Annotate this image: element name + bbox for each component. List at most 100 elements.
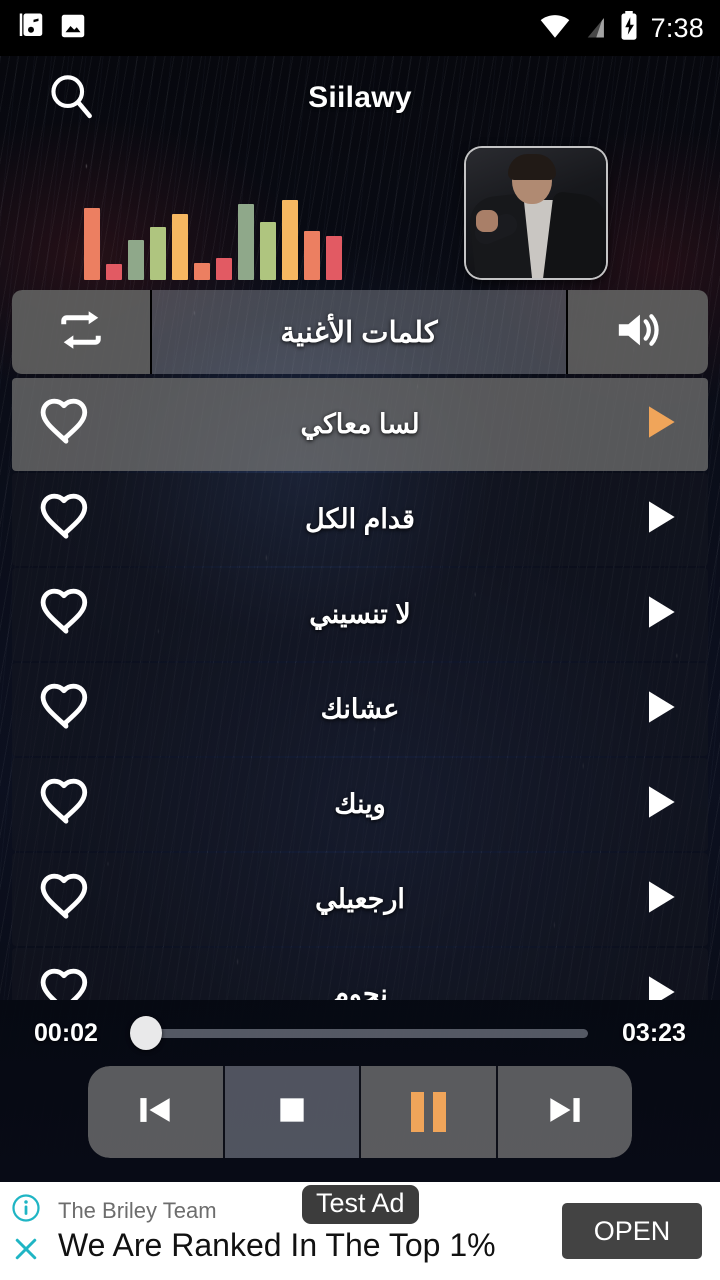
favorite-button[interactable] xyxy=(38,397,108,452)
play-icon xyxy=(638,780,682,829)
heart-icon xyxy=(38,492,94,547)
song-row[interactable]: لا تنسيني xyxy=(12,568,708,661)
play-icon xyxy=(638,970,682,1000)
song-title: عشانك xyxy=(320,694,400,724)
favorite-button[interactable] xyxy=(38,777,108,832)
play-song-button[interactable] xyxy=(612,780,682,829)
status-bar-left-icons xyxy=(16,10,88,47)
song-title: نجوم xyxy=(332,979,388,1000)
volume-button[interactable] xyxy=(568,290,708,374)
stop-icon xyxy=(272,1090,312,1135)
play-song-button[interactable] xyxy=(612,685,682,734)
volume-icon xyxy=(612,307,664,358)
image-icon xyxy=(58,10,88,47)
app-root: 7:38 Siilawy كلمات الأغنية لسا معاكي قدا… xyxy=(0,0,720,1280)
play-song-button[interactable] xyxy=(612,590,682,639)
total-time: 03:23 xyxy=(622,1018,686,1047)
seek-track xyxy=(132,1028,588,1038)
current-time: 00:02 xyxy=(34,1018,98,1047)
favorite-button[interactable] xyxy=(38,682,108,737)
visualizer-bar xyxy=(260,222,276,280)
ad-text: The Briley Team We Are Ranked In The Top… xyxy=(52,1184,562,1264)
status-bar-right-icons: 7:38 xyxy=(539,10,704,46)
hero-section xyxy=(0,140,720,288)
lyrics-button[interactable]: كلمات الأغنية xyxy=(152,290,568,374)
next-button[interactable] xyxy=(497,1066,632,1158)
favorite-button[interactable] xyxy=(38,967,108,1000)
play-song-button[interactable] xyxy=(612,875,682,924)
player-bar: 00:02 03:23 xyxy=(0,1000,720,1182)
visualizer-bar xyxy=(194,263,210,280)
heart-icon xyxy=(38,777,94,832)
transport-controls xyxy=(88,1066,632,1158)
favorite-button[interactable] xyxy=(38,492,108,547)
song-title: وينك xyxy=(334,789,386,819)
song-row[interactable]: ارجعيلي xyxy=(12,853,708,946)
visualizer-bar xyxy=(216,258,232,280)
visualizer-bar xyxy=(304,231,320,280)
heart-icon xyxy=(38,872,94,927)
song-title: قدام الكل xyxy=(305,504,415,534)
heart-icon xyxy=(38,682,94,737)
visualizer-bar xyxy=(238,204,254,280)
previous-button[interactable] xyxy=(88,1066,225,1158)
seek-row: 00:02 03:23 xyxy=(0,1008,720,1058)
seek-thumb[interactable] xyxy=(129,1016,162,1050)
visualizer-bar xyxy=(282,200,298,280)
play-song-button[interactable] xyxy=(612,400,682,449)
ad-icon-column xyxy=(0,1182,52,1280)
pause-icon xyxy=(410,1092,446,1132)
app-header: Siilawy xyxy=(0,56,720,140)
signal-off-icon xyxy=(583,12,607,45)
search-button[interactable] xyxy=(28,70,114,127)
close-icon[interactable] xyxy=(11,1234,41,1269)
lyrics-toolbar: كلمات الأغنية xyxy=(12,290,708,374)
ad-headline: We Are Ranked In The Top 1% xyxy=(58,1226,496,1263)
info-icon[interactable] xyxy=(11,1193,41,1228)
stop-button[interactable] xyxy=(224,1066,361,1158)
play-song-button[interactable] xyxy=(612,495,682,544)
visualizer-bar xyxy=(128,240,144,280)
ad-test-badge: Test Ad xyxy=(302,1184,419,1224)
song-title: لا تنسيني xyxy=(309,599,411,629)
heart-icon xyxy=(38,397,94,452)
song-row[interactable]: وينك xyxy=(12,758,708,851)
visualizer-bar xyxy=(326,236,342,280)
song-row[interactable]: نجوم xyxy=(12,948,708,1000)
play-icon xyxy=(638,590,682,639)
play-icon xyxy=(638,875,682,924)
favorite-button[interactable] xyxy=(38,872,108,927)
artist-photo xyxy=(466,148,606,278)
play-icon xyxy=(638,495,682,544)
play-icon xyxy=(638,400,682,449)
song-list[interactable]: لسا معاكي قدام الكل لا تنسيني عشانك وينك ارجع… xyxy=(12,378,708,1000)
audio-visualizer xyxy=(84,180,342,280)
visualizer-bar xyxy=(106,264,122,280)
ad-open-button[interactable]: OPEN xyxy=(562,1203,702,1259)
heart-icon xyxy=(38,967,94,1000)
song-row[interactable]: عشانك xyxy=(12,663,708,756)
pause-button[interactable] xyxy=(361,1066,498,1158)
search-icon xyxy=(45,70,97,127)
song-title: لسا معاكي xyxy=(300,409,420,439)
music-note-icon xyxy=(16,10,46,47)
lyrics-label: كلمات الأغنية xyxy=(280,316,438,349)
status-bar: 7:38 xyxy=(0,0,720,56)
song-title: ارجعيلي xyxy=(315,884,405,914)
visualizer-bar xyxy=(172,214,188,280)
artist-photo-card[interactable] xyxy=(464,146,608,280)
visualizer-bar xyxy=(150,227,166,280)
song-row[interactable]: قدام الكل xyxy=(12,473,708,566)
status-bar-clock: 7:38 xyxy=(650,12,704,43)
battery-charging-icon xyxy=(619,10,639,46)
song-row[interactable]: لسا معاكي xyxy=(12,378,708,471)
repeat-button[interactable] xyxy=(12,290,152,374)
wifi-icon xyxy=(539,13,571,44)
skip-next-icon xyxy=(542,1088,588,1137)
visualizer-bar xyxy=(84,208,100,280)
ad-banner[interactable]: The Briley Team We Are Ranked In The Top… xyxy=(0,1182,720,1280)
play-song-button[interactable] xyxy=(612,970,682,1000)
favorite-button[interactable] xyxy=(38,587,108,642)
repeat-icon xyxy=(53,307,109,358)
seek-bar[interactable] xyxy=(129,1013,588,1053)
